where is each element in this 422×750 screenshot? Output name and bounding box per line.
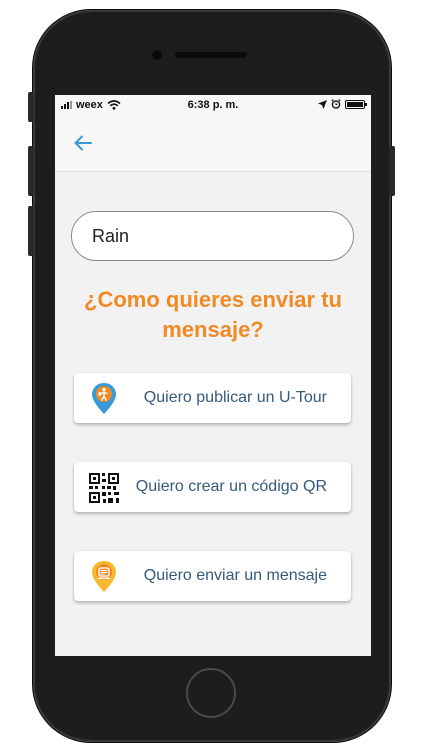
create-qr-label: Quiero crear un código QR	[135, 478, 327, 495]
send-message-label: Quiero enviar un mensaje	[143, 567, 327, 584]
tour-pin-icon	[92, 383, 116, 414]
mute-switch	[28, 92, 34, 122]
publish-utour-label: Quiero publicar un U-Tour	[143, 389, 327, 406]
alarm-icon	[331, 99, 341, 109]
home-button[interactable]	[186, 668, 236, 718]
navigation-bar	[55, 115, 371, 172]
volume-up-button	[28, 146, 34, 196]
front-camera	[152, 50, 162, 60]
qr-code-icon	[88, 472, 120, 504]
message-pin-icon	[92, 561, 116, 592]
status-right	[318, 99, 367, 109]
publish-utour-button[interactable]: Quiero publicar un U-Tour	[74, 373, 351, 423]
status-bar: weex 6:38 p. m.	[55, 95, 371, 115]
back-arrow-icon[interactable]	[71, 131, 95, 155]
power-button	[389, 146, 395, 196]
question-title: ¿Como quieres enviar tu mensaje?	[55, 285, 371, 345]
name-input[interactable]	[71, 211, 354, 261]
volume-down-button	[28, 206, 34, 256]
create-qr-button[interactable]: Quiero crear un código QR	[74, 462, 351, 512]
location-arrow-icon	[318, 99, 327, 109]
battery-icon	[345, 99, 367, 109]
question-line-2: mensaje?	[162, 317, 264, 342]
app-screen: weex 6:38 p. m. ¿Como quieres	[55, 95, 371, 656]
earpiece-speaker	[175, 52, 247, 58]
send-message-button[interactable]: Quiero enviar un mensaje	[74, 551, 351, 601]
question-line-1: ¿Como quieres enviar tu	[84, 287, 342, 312]
